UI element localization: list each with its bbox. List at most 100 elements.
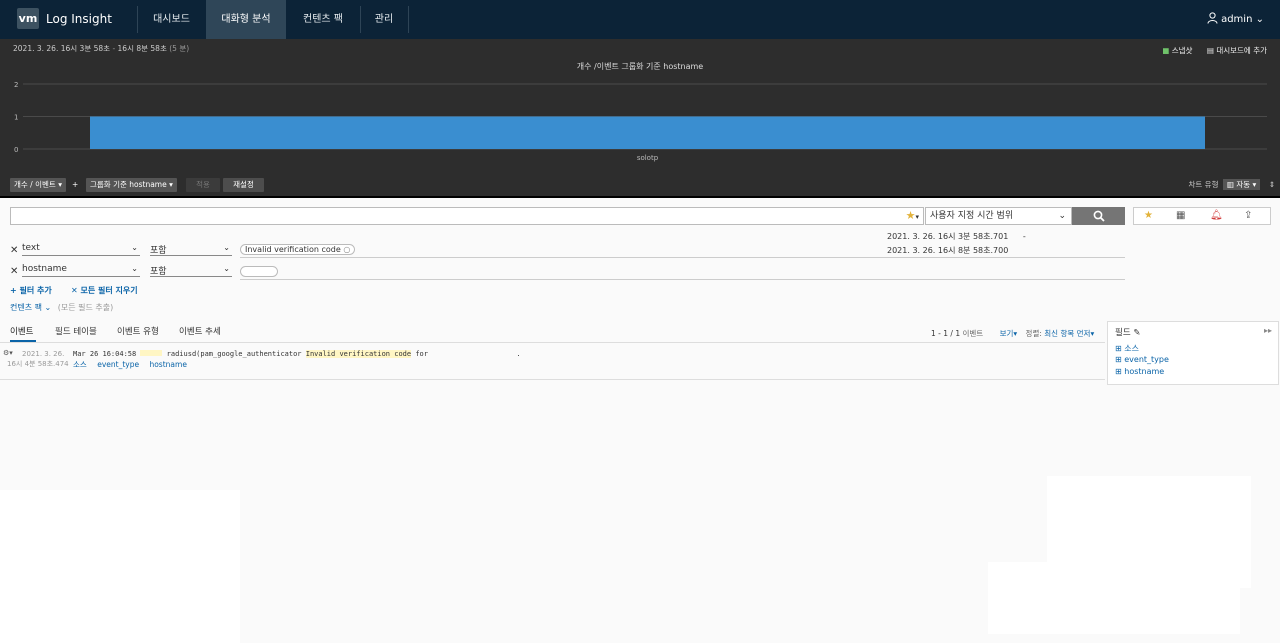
field-item-label: hostname — [1124, 367, 1165, 376]
search-button[interactable] — [1072, 207, 1125, 225]
y-tick-label: 0 — [14, 146, 18, 154]
remove-filter-icon[interactable]: ✕ — [10, 266, 18, 277]
plus-square-icon: ⊞ — [1115, 344, 1122, 353]
metric-dropdown[interactable]: 개수 / 이벤트 ▾ — [10, 178, 66, 192]
range-from-value: 2021. 3. 26. 16시 3분 58초.701 — [887, 232, 1009, 241]
add-filter-link[interactable]: + 필터 추가 — [10, 285, 52, 296]
y-tick-label: 1 — [14, 114, 18, 122]
reset-button[interactable]: 재설정 — [223, 178, 264, 192]
all-fields-label: (모든 필드 추출) — [57, 303, 114, 312]
caret-down-icon: ▾ — [169, 180, 173, 189]
chart-type-control: 차트 유형 ▥ 자동 ▾ ⇕ — [1188, 178, 1275, 192]
event-prefix: Mar 26 16:04:58 — [73, 350, 137, 358]
field-item[interactable]: ⊞ event_type — [1115, 355, 1169, 364]
user-name: admin — [1221, 14, 1253, 25]
export-icon[interactable]: ⇪ — [1244, 210, 1252, 221]
pencil-icon[interactable]: ✎ — [1133, 328, 1140, 338]
vmware-logo: vm — [17, 8, 39, 29]
nav-divider — [408, 6, 409, 33]
add-dashboard-icon[interactable]: ▦ — [1176, 210, 1185, 221]
tab-event-types[interactable]: 이벤트 유형 — [117, 325, 159, 337]
sort-value: 최신 항목 먼저 — [1044, 329, 1091, 338]
event-tag[interactable]: 소스 — [73, 360, 87, 369]
top-nav: vm Log Insight 대시보드 대화형 분석 컨텐츠 팩 관리 admi… — [0, 0, 1280, 39]
group-by-label: 그룹화 기준 hostname — [90, 180, 167, 189]
tab-dashboard[interactable]: 대시보드 — [137, 0, 206, 39]
event-suffix: for — [415, 350, 428, 358]
plus-square-icon: ⊞ — [1115, 355, 1122, 364]
filter-value: Invalid verification code — [245, 245, 341, 254]
caret-down-icon: ▾ — [58, 180, 62, 189]
field-item[interactable]: ⊞ 소스 — [1115, 343, 1139, 354]
app-title: Log Insight — [46, 12, 112, 26]
filter-operator-select[interactable]: 포함 ⌄ — [150, 243, 232, 256]
result-meta: 1 - 1 / 1 이벤트 보기▾ 정렬: 최신 항목 먼저▾ — [931, 328, 1094, 339]
tab-field-table[interactable]: 필드 테이블 — [55, 325, 97, 337]
sort-dropdown[interactable]: 최신 항목 먼저▾ — [1044, 329, 1094, 338]
content-pack-label: 컨텐츠 팩 — [10, 303, 42, 312]
chart-controls: 개수 / 이벤트 ▾ + 그룹화 기준 hostname ▾ 적용 재설정 차트… — [0, 176, 1280, 196]
divider — [0, 342, 1105, 343]
tab-event-trends[interactable]: 이벤트 추세 — [179, 325, 221, 337]
add-metric-button[interactable]: + — [70, 178, 80, 192]
search-input[interactable]: ★▾ — [10, 207, 924, 225]
user-menu[interactable]: admin ⌄ — [1207, 12, 1264, 25]
chart-type-value: 자동 — [1236, 180, 1251, 189]
remove-filter-icon[interactable]: ✕ — [10, 245, 18, 256]
range-to: 2021. 3. 26. 16시 8분 58초.700 — [887, 246, 1009, 255]
tab-events[interactable]: 이벤트 — [10, 325, 33, 337]
filter-operator: 포함 — [150, 246, 167, 256]
group-by-dropdown[interactable]: 그룹화 기준 hostname ▾ — [86, 178, 177, 192]
filter-operator: 포함 — [150, 267, 167, 277]
search-icon — [1093, 210, 1105, 222]
time-range-select[interactable]: 사용자 지정 시간 범위 ⌄ — [925, 207, 1072, 225]
field-item-label: 소스 — [1124, 344, 1139, 353]
event-tag[interactable]: event_type — [97, 360, 139, 369]
collapse-panel-icon[interactable]: ▸▸ — [1264, 326, 1272, 335]
favorite-star-icon[interactable]: ★ — [1144, 210, 1153, 221]
event-process: radiusd(pam_google_authenticator — [166, 350, 302, 358]
time-range-value: 사용자 지정 시간 범위 — [930, 211, 1014, 221]
collapse-chart-icon[interactable]: ⇕ — [1269, 180, 1275, 189]
chart-type-label: 차트 유형 — [1188, 180, 1219, 189]
tab-administration[interactable]: 관리 — [360, 0, 408, 39]
star-icon[interactable]: ★▾ — [906, 209, 919, 222]
apply-button[interactable]: 적용 — [186, 178, 220, 192]
chevron-down-icon: ⌄ — [131, 264, 138, 273]
event-date: 2021. 3. 26. — [22, 350, 65, 358]
range-dash: - — [1022, 232, 1026, 241]
chevron-down-icon: ⌄ — [223, 264, 230, 273]
event-gear-icon[interactable]: ⚙▾ — [3, 349, 13, 357]
filter-field: text — [22, 243, 40, 253]
clear-filters-link[interactable]: ✕ 모든 필터 지우기 — [71, 285, 138, 296]
fields-panel: 필드 ✎ ▸▸ ⊞ 소스 ⊞ event_type ⊞ hostname — [1107, 321, 1279, 385]
event-text[interactable]: Mar 26 16:04:58 radiusd(pam_google_authe… — [73, 350, 521, 358]
filter-value-chip[interactable]: Invalid verification code ○ — [240, 244, 356, 255]
filter-value-input[interactable] — [240, 266, 278, 277]
event-time: 16시 4분 58초.474 — [7, 360, 69, 368]
event-end: . — [516, 350, 521, 358]
result-count: 1 - 1 / 1 — [931, 329, 961, 338]
chart-type-dropdown[interactable]: ▥ 자동 ▾ — [1222, 179, 1261, 190]
metric-label: 개수 / 이벤트 — [14, 180, 56, 189]
alert-bell-icon[interactable]: 🔔︎ — [1210, 210, 1223, 221]
sort-label: 정렬: — [1025, 329, 1042, 338]
tab-content-packs[interactable]: 컨텐츠 팩 — [286, 0, 360, 39]
blank-area — [988, 562, 1240, 634]
filter-operator-select[interactable]: 포함 ⌄ — [150, 264, 232, 277]
fields-title-label: 필드 — [1115, 328, 1131, 338]
chevron-down-icon: ⌄ — [223, 243, 230, 252]
filter-field-select[interactable]: text ⌄ — [22, 243, 140, 256]
field-item[interactable]: ⊞ hostname — [1115, 367, 1164, 376]
chip-remove-icon[interactable]: ○ — [343, 245, 350, 254]
event-chart[interactable]: 0 1 2 solotp — [0, 39, 1280, 176]
y-tick-label: 2 — [14, 81, 18, 89]
chevron-down-icon: ⌄ — [1058, 211, 1066, 221]
view-dropdown[interactable]: 보기▾ — [1000, 329, 1018, 338]
chart-bar[interactable] — [90, 116, 1205, 150]
tab-interactive-analytics[interactable]: 대화형 분석 — [206, 0, 286, 39]
content-pack-dropdown[interactable]: 컨텐츠 팩 ⌄ — [10, 303, 51, 312]
chevron-down-icon: ⌄ — [131, 243, 138, 252]
event-tag[interactable]: hostname — [149, 360, 186, 369]
filter-field-select[interactable]: hostname ⌄ — [22, 264, 140, 277]
